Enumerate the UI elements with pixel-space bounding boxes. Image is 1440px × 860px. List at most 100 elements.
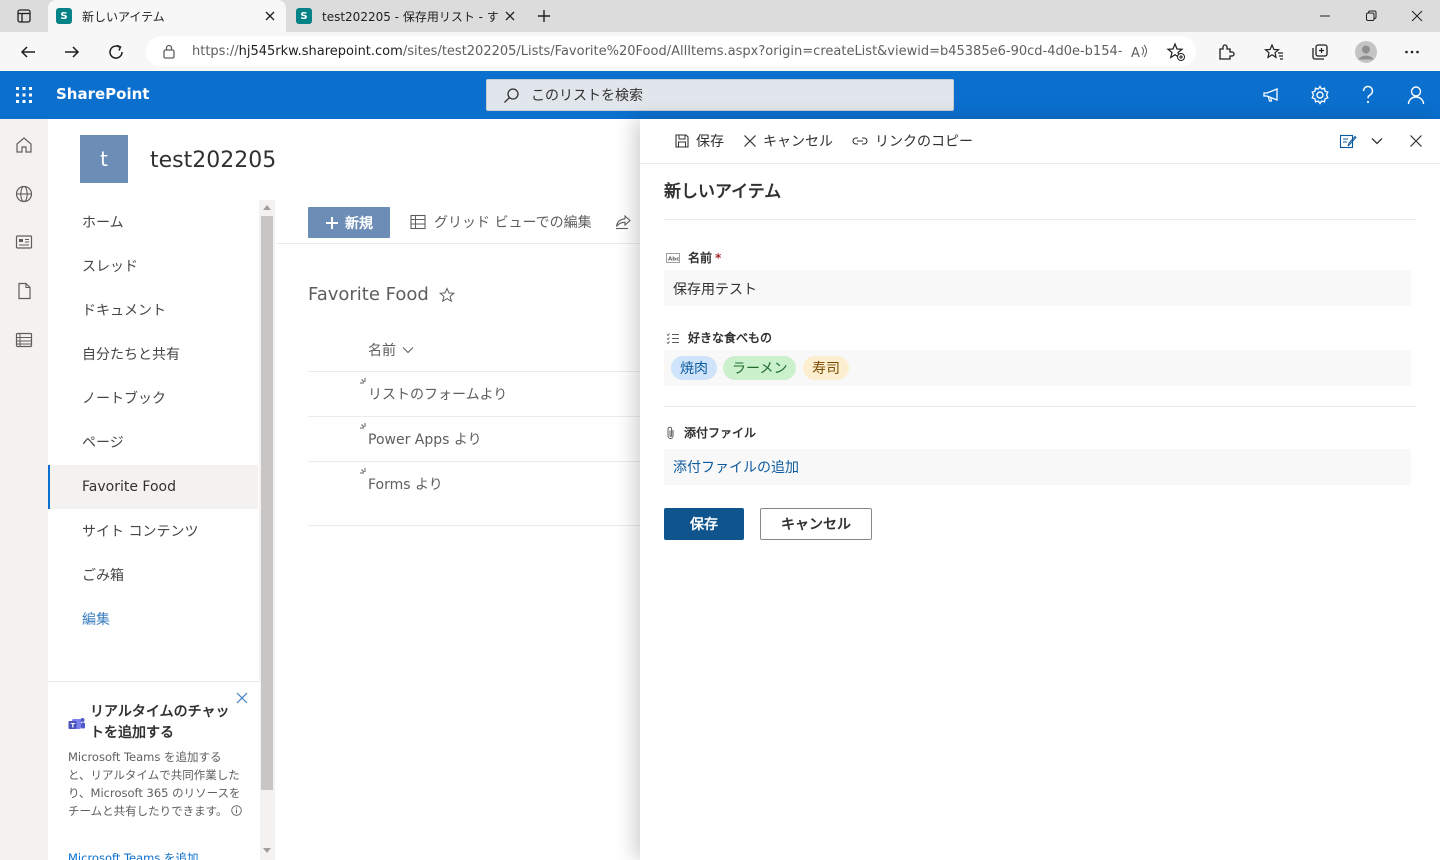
news-icon[interactable]	[12, 230, 36, 254]
close-icon	[744, 135, 756, 147]
files-icon[interactable]	[12, 279, 36, 303]
close-panel-icon[interactable]	[1409, 134, 1423, 148]
food-field-label: 好きな食べもの	[666, 329, 772, 346]
info-icon[interactable]	[231, 805, 242, 816]
list-command-bar: 新規 グリッド ビューでの編集	[276, 200, 640, 244]
nav-item-favorite-food[interactable]: Favorite Food	[48, 465, 258, 509]
edit-form-icon[interactable]	[1339, 133, 1357, 150]
close-promo-icon[interactable]	[236, 692, 248, 704]
back-icon[interactable]	[12, 36, 44, 68]
divider	[664, 219, 1416, 220]
url-bar[interactable]: https://hj545rkw.sharepoint.com/sites/te…	[146, 36, 1196, 67]
save-button[interactable]: 保存	[664, 508, 744, 540]
teams-icon: T	[68, 718, 85, 730]
browser-address-bar: https://hj545rkw.sharepoint.com/sites/te…	[0, 32, 1440, 71]
nav-item-notebook[interactable]: ノートブック	[48, 376, 258, 420]
collections-icon[interactable]	[1304, 36, 1336, 68]
text-field-icon: Abc	[666, 252, 680, 263]
read-aloud-icon[interactable]: A	[1130, 43, 1148, 61]
lists-icon[interactable]	[12, 328, 36, 352]
site-title[interactable]: test202205	[150, 148, 276, 173]
promo-body: Microsoft Teams を追加すると、リアルタイムで共同作業したり、Mi…	[68, 748, 244, 820]
site-logo[interactable]: t	[80, 135, 128, 183]
name-label-text: 名前	[688, 251, 713, 265]
add-teams-link[interactable]: Microsoft Teams を追加	[68, 850, 199, 860]
choice-chip-yakiniku[interactable]: 焼肉	[671, 356, 717, 380]
scroll-up-icon[interactable]	[263, 204, 271, 210]
toolbar-cancel-button[interactable]: キャンセル	[743, 131, 833, 151]
toolbar-save-button[interactable]: 保存	[674, 131, 724, 151]
settings-gear-icon[interactable]	[1304, 79, 1336, 111]
favorites-icon[interactable]	[1258, 36, 1290, 68]
refresh-icon[interactable]	[100, 36, 132, 68]
list-search-box[interactable]	[486, 79, 954, 111]
sharepoint-suite-bar: SharePoint	[0, 71, 1440, 119]
plus-icon	[326, 216, 338, 229]
close-window-icon[interactable]	[1394, 0, 1440, 32]
panel-title: 新しいアイテム	[664, 182, 782, 202]
search-icon	[504, 88, 519, 103]
restore-icon[interactable]	[1348, 0, 1394, 32]
list-row[interactable]: リストのフォームより	[308, 371, 640, 416]
list-row[interactable]: Forms より	[308, 461, 640, 526]
choice-chip-ramen[interactable]: ラーメン	[723, 356, 797, 380]
nav-item-home[interactable]: ホーム	[48, 200, 258, 244]
share-icon[interactable]	[614, 213, 632, 231]
account-icon[interactable]	[1400, 79, 1432, 111]
tab-list[interactable]: S test202205 - 保存用リスト - すべて	[288, 0, 526, 32]
list-row[interactable]: Power Apps より	[308, 416, 640, 461]
food-choice-field[interactable]: 焼肉 ラーメン 寿司	[664, 350, 1411, 386]
list-row-title[interactable]: Power Apps より	[368, 429, 482, 449]
new-tab-icon[interactable]	[526, 0, 562, 32]
teams-promo-card: T リアルタイムのチャットを追加する Microsoft Teams を追加する…	[48, 681, 260, 860]
new-item-label: 新規	[345, 215, 373, 232]
tab-actions-icon[interactable]	[2, 0, 46, 32]
cancel-button[interactable]: キャンセル	[760, 508, 872, 540]
star-favorite-icon[interactable]	[438, 286, 455, 303]
list-row-title[interactable]: リストのフォームより	[368, 384, 507, 404]
nav-item-site-contents[interactable]: サイト コンテンツ	[48, 509, 258, 553]
nav-edit-link[interactable]: 編集	[48, 597, 258, 641]
attachments-field: 添付ファイルの追加	[664, 449, 1411, 485]
url-text[interactable]: https://hj545rkw.sharepoint.com/sites/te…	[192, 44, 1122, 59]
new-item-panel: 保存 キャンセル リンクのコピー 新しいアイテム Abc 名前 * 保存用テスト …	[640, 119, 1440, 860]
add-favorite-icon[interactable]	[1166, 42, 1186, 62]
minimize-icon[interactable]	[1302, 0, 1348, 32]
profile-avatar[interactable]	[1350, 36, 1382, 68]
close-tab-icon[interactable]	[262, 8, 278, 24]
help-icon[interactable]	[1352, 79, 1384, 111]
search-input[interactable]	[531, 86, 931, 106]
nav-item-documents[interactable]: ドキュメント	[48, 288, 258, 332]
copy-link-button[interactable]: リンクのコピー	[851, 131, 973, 151]
name-field[interactable]: 保存用テスト	[664, 270, 1411, 306]
scroll-down-icon[interactable]	[263, 848, 271, 854]
megaphone-icon[interactable]	[1256, 79, 1288, 111]
more-options-icon[interactable]	[1396, 36, 1428, 68]
nav-item-recycle-bin[interactable]: ごみ箱	[48, 553, 258, 597]
forward-icon[interactable]	[56, 36, 88, 68]
nav-item-threads[interactable]: スレッド	[48, 244, 258, 288]
nav-scroll-thumb[interactable]	[261, 216, 273, 790]
tab-new-item[interactable]: S 新しいアイテム	[48, 0, 286, 32]
svg-text:A: A	[1131, 46, 1140, 61]
add-attachment-link[interactable]: 添付ファイルの追加	[673, 457, 799, 477]
column-header-name[interactable]: 名前	[368, 340, 414, 360]
sharepoint-brand[interactable]: SharePoint	[56, 85, 149, 103]
list-title[interactable]: Favorite Food	[308, 284, 455, 305]
nav-item-pages[interactable]: ページ	[48, 420, 258, 464]
new-item-button[interactable]: 新規	[308, 207, 390, 238]
list-row-title[interactable]: Forms より	[368, 474, 443, 494]
lock-icon[interactable]	[162, 44, 176, 59]
grid-view-edit-button[interactable]: グリッド ビューでの編集	[410, 212, 592, 232]
app-launcher-icon[interactable]	[8, 79, 40, 111]
choice-chip-sushi[interactable]: 寿司	[803, 356, 849, 380]
extensions-icon[interactable]	[1210, 36, 1242, 68]
chevron-down-icon[interactable]	[1371, 137, 1383, 145]
home-icon[interactable]	[12, 133, 36, 157]
close-tab-icon[interactable]	[502, 8, 518, 24]
name-field-value[interactable]: 保存用テスト	[673, 279, 757, 299]
tab-label: test202205 - 保存用リスト - すべて	[322, 9, 498, 24]
globe-icon[interactable]	[12, 182, 36, 206]
nav-item-shared-with-us[interactable]: 自分たちと共有	[48, 332, 258, 376]
attach-field-label: 添付ファイル	[666, 424, 756, 441]
